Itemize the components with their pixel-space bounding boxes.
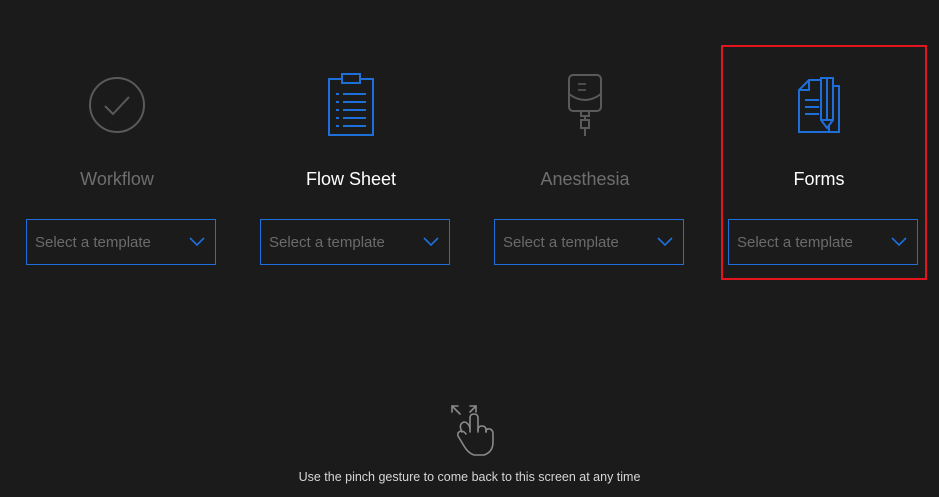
chevron-down-icon (891, 234, 907, 250)
forms-column: Forms Select a template (702, 0, 936, 300)
flow-sheet-template-select[interactable]: Select a template (260, 219, 450, 265)
flow-sheet-column: Flow Sheet Select a template (234, 0, 468, 300)
workflow-template-select[interactable]: Select a template (26, 219, 216, 265)
iv-bag-icon (468, 70, 702, 140)
anesthesia-column: Anesthesia Select a template (468, 0, 702, 300)
anesthesia-template-select[interactable]: Select a template (494, 219, 684, 265)
chevron-down-icon (423, 234, 439, 250)
forms-label: Forms (793, 169, 845, 189)
template-selection-screen: Workflow Select a template Flow Sheet Se… (0, 0, 939, 497)
check-circle-icon (0, 70, 234, 140)
clipboard-list-icon (234, 70, 468, 140)
chevron-down-icon (189, 234, 205, 250)
chevron-down-icon (657, 234, 673, 250)
forms-template-select[interactable]: Select a template (728, 219, 918, 265)
flow-sheet-label: Flow Sheet (305, 169, 397, 189)
workflow-select-placeholder: Select a template (35, 233, 151, 251)
workflow-label: Workflow (80, 169, 154, 189)
anesthesia-label: Anesthesia (540, 169, 630, 189)
flow-sheet-select-placeholder: Select a template (269, 233, 385, 251)
forms-select-placeholder: Select a template (737, 233, 853, 251)
pinch-gesture-icon (448, 402, 500, 458)
document-pen-icon (702, 70, 936, 140)
pinch-hint-text: Use the pinch gesture to come back to th… (298, 470, 641, 484)
workflow-column: Workflow Select a template (0, 0, 234, 300)
anesthesia-select-placeholder: Select a template (503, 233, 619, 251)
